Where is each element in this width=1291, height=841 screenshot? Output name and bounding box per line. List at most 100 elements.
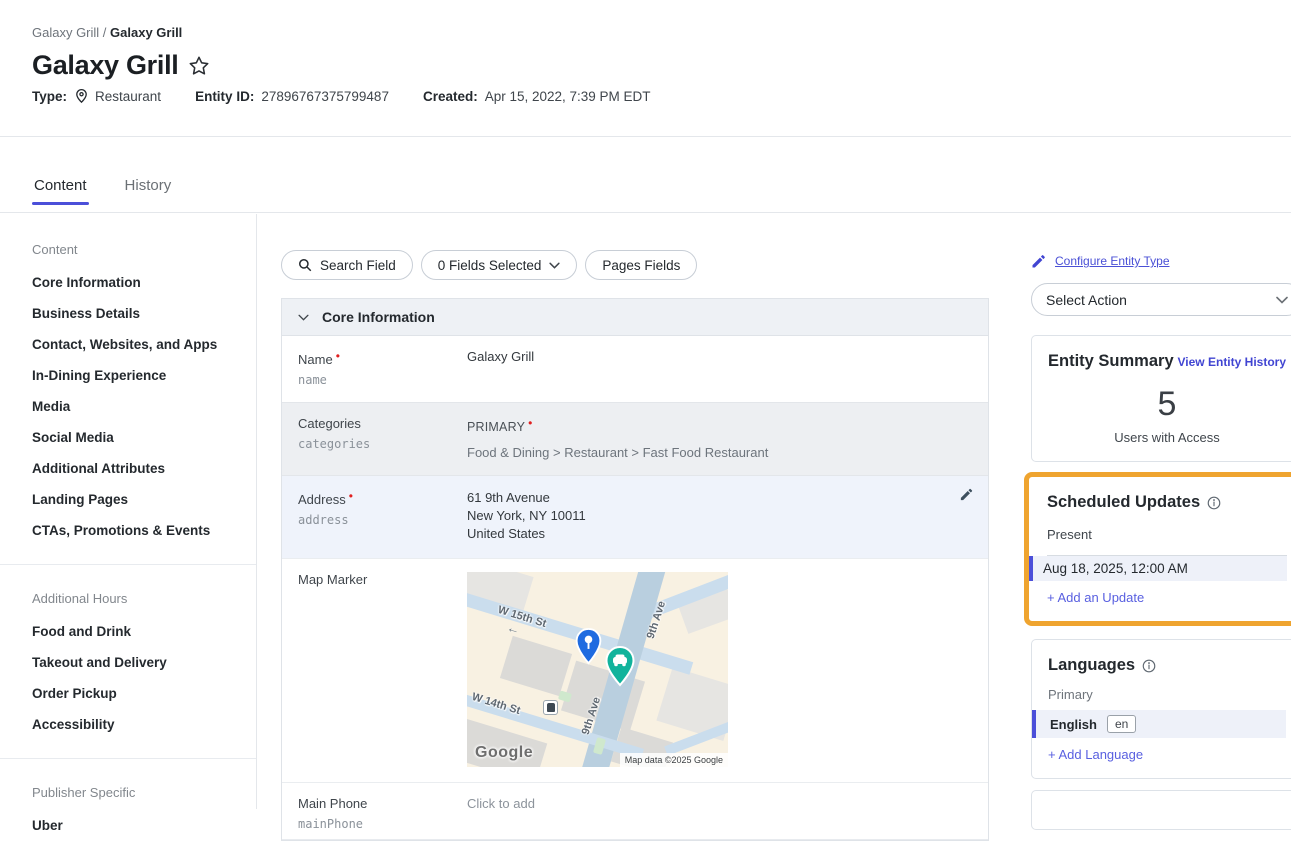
pencil-icon [1031,253,1047,269]
map-thumbnail[interactable]: W 15th St 9th Ave 9th Ave W 14th St ← ← [467,572,728,767]
scheduled-updates-title: Scheduled Updates [1047,493,1200,512]
field-api-name: name [298,373,467,387]
sidebar-divider [0,564,256,565]
sidebar-item-accessibility[interactable]: Accessibility [32,717,224,732]
created-label: Created: [423,89,478,104]
edit-address-pencil-icon[interactable] [959,487,974,502]
add-language-link[interactable]: + Add Language [1048,747,1286,762]
chevron-down-icon [549,262,560,269]
star-icon[interactable] [188,55,210,77]
field-row-name[interactable]: Name name Galaxy Grill [282,336,988,402]
core-information-section-header[interactable]: Core Information [282,299,988,336]
field-label-address: Address [298,492,346,507]
configure-entity-type-link[interactable]: Configure Entity Type [1055,254,1170,268]
breadcrumb-separator: / [99,25,110,40]
entity-id-value: 27896767375799487 [261,89,389,104]
field-table: Core Information Name name Galaxy Grill … [281,298,989,841]
sidebar-item-uber[interactable]: Uber [32,818,224,833]
scheduled-update-item[interactable]: Aug 18, 2025, 12:00 AM [1029,556,1287,581]
type-label: Type: [32,89,67,104]
language-item[interactable]: English en [1032,710,1286,738]
info-icon[interactable] [1207,496,1221,510]
breadcrumb: Galaxy Grill / Galaxy Grill [32,25,182,40]
map-attribution: Map data ©2025 Google [620,753,728,767]
google-logo: Google [475,744,533,762]
sidebar-item-takeout-and-delivery[interactable]: Takeout and Delivery [32,655,224,670]
add-update-link[interactable]: + Add an Update [1047,590,1287,605]
field-value-name[interactable]: Galaxy Grill [467,349,972,387]
sidebar-item-contact-websites-apps[interactable]: Contact, Websites, and Apps [32,337,224,352]
scheduled-update-date: Aug 18, 2025, 12:00 AM [1043,561,1188,576]
entity-id-label: Entity ID: [195,89,254,104]
sidebar-item-social-media[interactable]: Social Media [32,430,224,445]
sidebar-item-media[interactable]: Media [32,399,224,414]
entity-summary-card: Entity Summary View Entity History 5 Use… [1031,335,1291,462]
field-api-address: address [298,513,467,527]
created-value: Apr 15, 2022, 7:39 PM EDT [485,89,651,104]
sidebar-item-order-pickup[interactable]: Order Pickup [32,686,224,701]
sidebar-item-landing-pages[interactable]: Landing Pages [32,492,224,507]
entity-meta: Type: Restaurant Entity ID: 278967673757… [32,88,685,104]
chevron-down-icon[interactable] [298,314,309,321]
fields-selected-dropdown[interactable]: 0 Fields Selected [421,250,578,280]
entity-summary-title: Entity Summary [1048,352,1174,371]
sidebar-item-food-and-drink[interactable]: Food and Drink [32,624,224,639]
field-row-main-phone[interactable]: Main Phone mainPhone Click to add [282,782,988,840]
search-field-label: Search Field [320,258,396,273]
info-icon[interactable] [1142,659,1156,673]
sidebar-item-additional-attributes[interactable]: Additional Attributes [32,461,224,476]
categories-primary-label: PRIMARY [467,420,525,434]
select-action-dropdown[interactable]: Select Action [1031,283,1291,316]
field-label-map-marker: Map Marker [298,572,467,587]
field-value-categories[interactable]: Food & Dining > Restaurant > Fast Food R… [467,445,972,460]
tab-bar: Content History [0,137,1291,213]
sidebar-section-heading-additional-hours: Additional Hours [32,591,224,606]
users-with-access-label: Users with Access [1048,430,1286,445]
field-row-map-marker[interactable]: Map Marker [282,558,988,782]
primary-language-label: Primary [1048,687,1286,702]
sidebar-section-heading-content: Content [32,242,224,257]
sidebar-item-business-details[interactable]: Business Details [32,306,224,321]
pages-fields-label: Pages Fields [602,258,680,273]
languages-card: Languages Primary English en + Add Langu… [1031,639,1291,779]
fields-toolbar: Search Field 0 Fields Selected Pages Fie… [281,250,989,280]
field-api-categories: categories [298,437,467,451]
main-content: Search Field 0 Fields Selected Pages Fie… [257,214,1009,809]
sidebar-item-in-dining-experience[interactable]: In-Dining Experience [32,368,224,383]
field-row-address[interactable]: Address address 61 9th Avenue New York, … [282,475,988,558]
language-name: English [1050,717,1097,732]
field-label-categories: Categories [298,416,467,431]
tab-history[interactable]: History [123,177,174,212]
field-label-name: Name [298,352,333,367]
breadcrumb-parent[interactable]: Galaxy Grill [32,25,99,40]
right-panel: Configure Entity Type Select Action Enti… [1009,214,1291,809]
required-marker-icon [346,492,353,507]
field-value-main-phone[interactable]: Click to add [467,796,972,824]
location-pin-icon [74,88,89,104]
present-label: Present [1047,527,1287,542]
required-marker-icon [333,352,340,367]
view-entity-history-link[interactable]: View Entity History [1178,355,1286,369]
search-field-button[interactable]: Search Field [281,250,413,280]
pages-fields-button[interactable]: Pages Fields [585,250,697,280]
address-line-3: United States [467,525,972,543]
page-title: Galaxy Grill [32,50,178,81]
section-title: Core Information [322,309,435,325]
languages-title: Languages [1048,656,1135,675]
language-code-badge: en [1107,715,1136,733]
one-way-arrow-icon: ← [505,619,522,637]
sidebar-section-heading-publisher-specific: Publisher Specific [32,785,224,800]
transit-station-icon [543,700,558,715]
tab-content[interactable]: Content [32,177,89,212]
sidebar-item-ctas-promotions-events[interactable]: CTAs, Promotions & Events [32,523,224,538]
chevron-down-icon [1276,296,1288,304]
address-line-1: 61 9th Avenue [467,489,972,507]
next-card-partial [1031,790,1291,830]
type-value: Restaurant [95,89,161,104]
required-marker-icon [525,420,532,434]
address-line-2: New York, NY 10011 [467,507,972,525]
sidebar-item-core-information[interactable]: Core Information [32,275,224,290]
field-row-categories[interactable]: Categories categories PRIMARY Food & Din… [282,402,988,475]
scheduled-updates-card: Scheduled Updates Present Aug 18, 2025, … [1024,472,1291,626]
left-sidebar: Content Core Information Business Detail… [0,214,257,809]
